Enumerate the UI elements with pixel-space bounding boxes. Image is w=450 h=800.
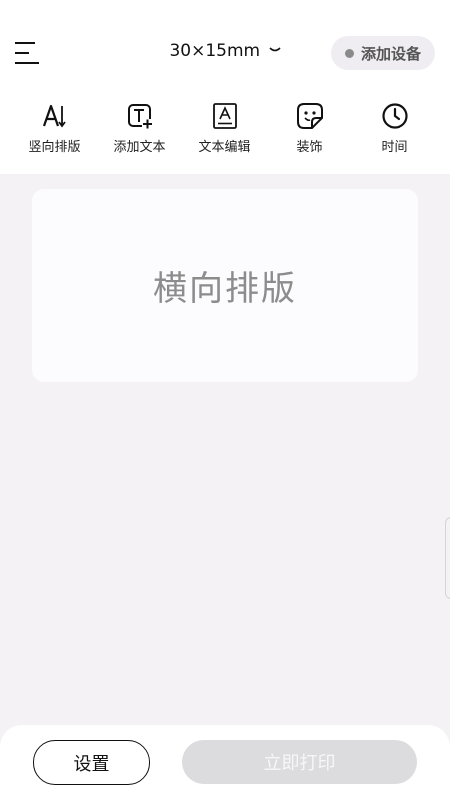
settings-button[interactable]: 设置 — [33, 740, 150, 785]
text-edit-icon — [212, 103, 237, 129]
bottom-action-bar: 设置 立即打印 — [0, 725, 450, 800]
tool-time[interactable]: 时间 — [352, 102, 437, 155]
add-text-icon — [127, 104, 153, 129]
add-device-button[interactable]: 添加设备 — [331, 36, 435, 70]
vertical-layout-icon — [42, 104, 66, 128]
sticker-icon — [296, 103, 323, 129]
tool-decoration-label: 装饰 — [296, 140, 323, 155]
chevron-down-icon — [268, 47, 281, 52]
label-size-value: 30×15mm — [169, 41, 261, 61]
tool-time-label: 时间 — [381, 140, 408, 155]
tool-vertical-layout-label: 竖向排版 — [28, 140, 81, 155]
label-canvas[interactable]: 横向排版 — [32, 189, 418, 382]
tool-add-text[interactable]: 添加文本 — [97, 102, 182, 155]
add-device-label: 添加设备 — [360, 44, 421, 63]
print-now-button-label: 立即打印 — [263, 753, 336, 774]
tool-vertical-layout[interactable]: 竖向排版 — [12, 102, 97, 155]
editor-toolbar: 竖向排版 添加文本 文本编辑 装饰 时间 — [0, 102, 450, 155]
side-drawer-handle[interactable] — [445, 517, 450, 599]
tool-text-edit[interactable]: 文本编辑 — [182, 102, 267, 155]
clock-icon — [381, 103, 408, 129]
connection-status-dot — [344, 48, 354, 58]
canvas-text[interactable]: 横向排版 — [153, 261, 297, 310]
top-bar: 30×15mm 添加设备 竖向排版 添加文本 文本编辑 装饰 时间 — [0, 0, 450, 174]
tool-add-text-label: 添加文本 — [113, 140, 166, 155]
print-now-button[interactable]: 立即打印 — [182, 740, 417, 784]
settings-button-label: 设置 — [73, 753, 110, 775]
label-size-dropdown[interactable]: 30×15mm — [169, 41, 281, 61]
tool-text-edit-label: 文本编辑 — [198, 140, 251, 155]
tool-decoration[interactable]: 装饰 — [267, 102, 352, 155]
menu-icon[interactable] — [14, 40, 40, 66]
